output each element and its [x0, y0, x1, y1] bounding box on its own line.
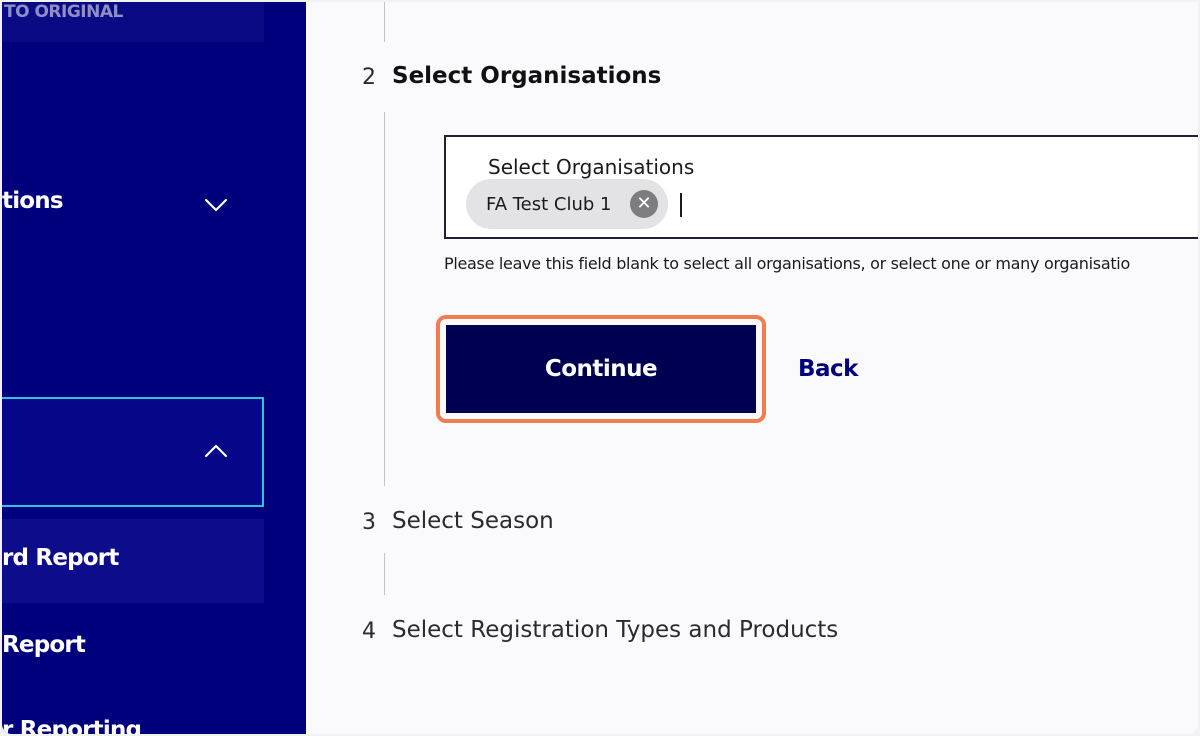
- step-connector: [384, 2, 385, 42]
- step-title-registration-types[interactable]: Select Registration Types and Products: [392, 617, 838, 643]
- back-link[interactable]: Back: [798, 356, 858, 382]
- step-title-organisations: Select Organisations: [392, 63, 662, 89]
- step-number: 4: [362, 619, 376, 644]
- step-connector: [384, 112, 385, 486]
- back-to-original-link[interactable]: TO ORIGINAL: [2, 2, 264, 42]
- sidebar-subitem-reporting[interactable]: r Reporting: [2, 717, 142, 734]
- chevron-down-icon[interactable]: [202, 191, 230, 219]
- chevron-up-icon[interactable]: [202, 437, 230, 465]
- sidebar: TO ORIGINAL tions rd Report Report r Rep…: [2, 2, 306, 734]
- step-title-season[interactable]: Select Season: [392, 508, 554, 534]
- close-circle-icon[interactable]: ✕: [630, 190, 658, 218]
- sidebar-subitem-label: rd Report: [2, 545, 119, 571]
- step-number: 2: [362, 65, 376, 90]
- chip-label: FA Test Club 1: [486, 193, 612, 215]
- report-wizard: 2 Select Organisations Select Organisati…: [306, 2, 1198, 734]
- text-cursor: [680, 193, 682, 217]
- selected-organisation-chip: FA Test Club 1 ✕: [466, 179, 668, 229]
- continue-button[interactable]: Continue: [446, 325, 756, 413]
- app-frame: TO ORIGINAL tions rd Report Report r Rep…: [2, 2, 1198, 734]
- sidebar-item-organisations[interactable]: tions: [2, 188, 64, 214]
- organisations-select[interactable]: Select Organisations FA Test Club 1 ✕: [444, 135, 1198, 239]
- sidebar-subitem-report[interactable]: Report: [2, 632, 86, 658]
- organisations-help-text: Please leave this field blank to select …: [444, 254, 1130, 273]
- sidebar-subitem-active[interactable]: rd Report: [2, 519, 264, 603]
- step-connector: [384, 553, 385, 595]
- continue-highlight: Continue: [436, 315, 766, 423]
- step-number: 3: [362, 510, 376, 535]
- organisations-select-label: Select Organisations: [488, 155, 695, 179]
- sidebar-item-reports[interactable]: [2, 397, 264, 507]
